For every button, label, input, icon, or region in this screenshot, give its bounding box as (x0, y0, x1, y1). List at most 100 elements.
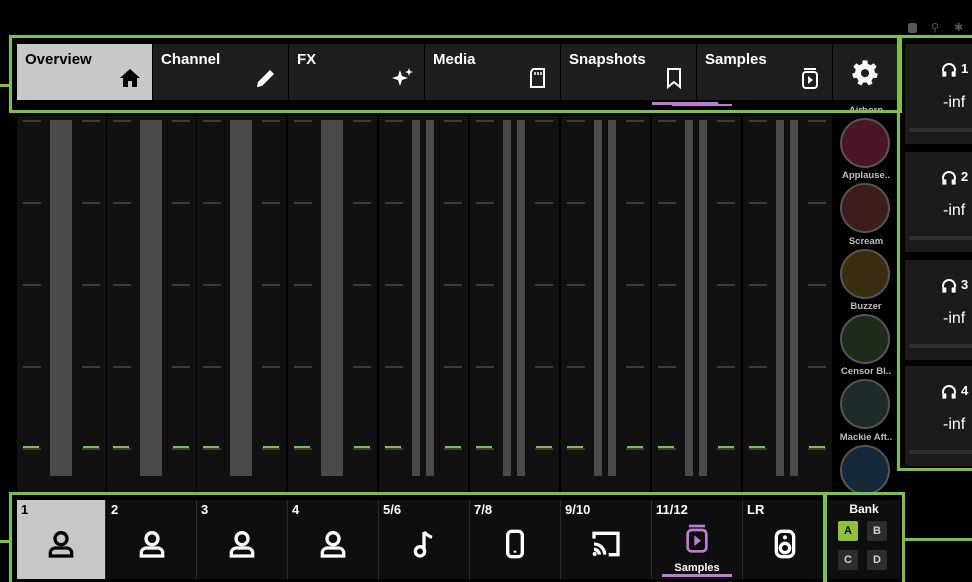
headphone-meter (909, 450, 972, 454)
tab-channel[interactable]: Channel (153, 44, 289, 100)
settings-button[interactable] (833, 44, 897, 100)
level-meter-bar (412, 120, 420, 476)
tab-label: Overview (25, 51, 92, 68)
meter-scale-tick (808, 448, 826, 450)
fader-position-marker[interactable] (536, 446, 552, 448)
fader-position-marker[interactable] (113, 446, 129, 448)
tab-label: Channel (161, 51, 221, 68)
meter-scale-tick (172, 448, 190, 450)
fader-position-marker[interactable] (658, 446, 674, 448)
bank-button-b[interactable]: B (867, 521, 887, 541)
person-icon (320, 531, 346, 558)
meter-scale-tick (262, 284, 280, 286)
callout-line-left-top (0, 84, 10, 87)
tab-snapshots[interactable]: Snapshots (561, 44, 697, 100)
channel-button-4[interactable]: 4 (288, 500, 379, 579)
meter-scale-tick (23, 366, 41, 368)
meter-scale-tick (82, 120, 100, 122)
meter-scale-tick (82, 202, 100, 204)
meter-scale-tick (23, 120, 41, 122)
headphone-level: -inf (943, 416, 966, 433)
fader-position-marker[interactable] (476, 446, 492, 448)
fader-position-marker[interactable] (809, 446, 825, 448)
channel-button-lr[interactable]: LR (743, 500, 827, 579)
channel-label: LR (747, 502, 765, 517)
fader-position-marker[interactable] (203, 446, 219, 448)
sample-trigger-pad[interactable] (840, 118, 890, 168)
callout-line-right-bottom (904, 538, 972, 541)
sample-trigger-pad[interactable] (840, 445, 890, 495)
headphone-meter (909, 128, 972, 132)
fader-position-marker[interactable] (23, 446, 39, 448)
meter-scale-tick (567, 202, 585, 204)
tab-label: FX (297, 51, 317, 68)
headphone-mix-2[interactable]: 2 -inf (905, 152, 972, 252)
status-icons: ⚲ ✱ (906, 22, 972, 34)
fader-position-marker[interactable] (83, 446, 99, 448)
meter-scale-tick (444, 448, 462, 450)
channel-button-7-8[interactable]: 7/8 (470, 500, 561, 579)
fader-position-marker[interactable] (627, 446, 643, 448)
meter-scale-tick (476, 120, 494, 122)
meter-scale-tick (294, 284, 312, 286)
bank-button-a[interactable]: A (838, 521, 858, 541)
tab-overview[interactable]: Overview (17, 44, 153, 100)
fader-position-marker[interactable] (294, 446, 310, 448)
meter-strip (470, 116, 559, 492)
headphone-mix-4[interactable]: 4 -inf (905, 366, 972, 466)
meter-scale-tick (172, 120, 190, 122)
headphone-mix-3[interactable]: 3 -inf (905, 260, 972, 360)
meter-scale-tick (749, 284, 767, 286)
meter-scale-tick (294, 366, 312, 368)
headphone-mix-1[interactable]: 1 -inf (905, 44, 972, 144)
channel-button-2[interactable]: 2 (107, 500, 197, 579)
music-note-icon (413, 530, 433, 558)
fader-position-marker[interactable] (354, 446, 370, 448)
fader-position-marker[interactable] (718, 446, 734, 448)
fader-position-marker[interactable] (173, 446, 189, 448)
meter-scale-tick (658, 202, 676, 204)
channel-button-11-12[interactable]: 11/12 Samples (652, 500, 743, 579)
meter-scale-tick (535, 284, 553, 286)
tab-fx[interactable]: FX (289, 44, 425, 100)
meter-scale-tick (626, 366, 644, 368)
channel-label: 4 (292, 502, 300, 517)
sample-trigger-pad[interactable] (840, 314, 890, 364)
meter-scale-tick (172, 366, 190, 368)
meter-scale-tick (808, 366, 826, 368)
tab-label: Snapshots (569, 51, 646, 68)
tab-samples[interactable]: Samples (697, 44, 833, 100)
sample-trigger-pad[interactable] (840, 379, 890, 429)
meter-scale-tick (476, 284, 494, 286)
headphone-meter (909, 344, 972, 348)
tab-media[interactable]: Media (425, 44, 561, 100)
meter-scale-tick (749, 202, 767, 204)
channel-button-9-10[interactable]: 9/10 (561, 500, 652, 579)
meter-scale-tick (444, 366, 462, 368)
level-meter-bar (699, 120, 707, 476)
usb-status-icon: ⚲ (931, 22, 940, 34)
meter-scale-tick (626, 284, 644, 286)
channel-button-1[interactable]: 1 (17, 500, 106, 579)
channel-button-5-6[interactable]: 5/6 (379, 500, 470, 579)
sample-trigger-pad[interactable] (840, 183, 890, 233)
bank-button-c[interactable]: C (838, 550, 858, 570)
channel-button-3[interactable]: 3 (197, 500, 288, 579)
fader-position-marker[interactable] (749, 446, 765, 448)
fader-position-marker[interactable] (385, 446, 401, 448)
headphone-number: 4 (961, 383, 969, 398)
bank-button-d[interactable]: D (867, 550, 887, 570)
sample-label: Buzzer (850, 301, 882, 312)
cast-icon (592, 531, 620, 557)
meter-strip (107, 116, 196, 492)
fader-position-marker[interactable] (567, 446, 583, 448)
fader-position-marker[interactable] (445, 446, 461, 448)
level-meter-bar (426, 120, 434, 476)
meter-strip (288, 116, 377, 492)
meter-scale-tick (203, 120, 221, 122)
meter-scale-tick (353, 284, 371, 286)
sample-trigger-pad[interactable] (840, 249, 890, 299)
meter-scale-tick (626, 120, 644, 122)
meter-scale-tick (385, 448, 403, 450)
fader-position-marker[interactable] (263, 446, 279, 448)
